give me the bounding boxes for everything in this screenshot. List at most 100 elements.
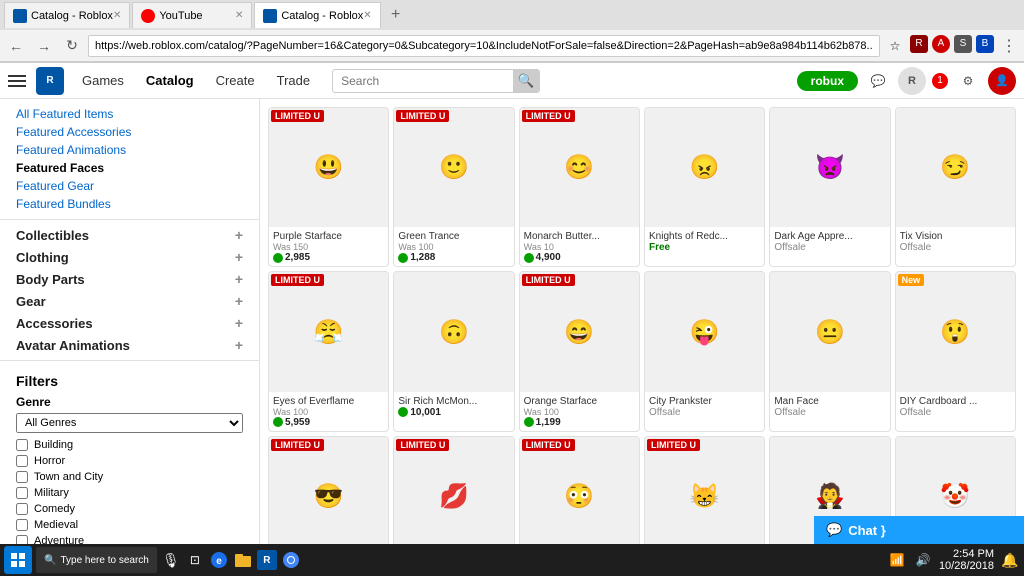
gear-expand[interactable]: + (235, 293, 243, 309)
catalog-item[interactable]: LIMITED U 😎 Imagine Was 15 4,399 (268, 436, 389, 545)
genre-select[interactable]: All Genres (16, 413, 243, 433)
catalog-item[interactable]: LIMITED U 😄 Orange Starface Was 100 1,19… (519, 271, 640, 431)
taskbar-chrome[interactable] (281, 550, 301, 570)
item-was-price: Was 150 (273, 242, 384, 252)
item-image: LIMITED U 😤 (269, 272, 388, 391)
back-button[interactable]: ← (4, 34, 28, 58)
search-input[interactable] (333, 71, 513, 91)
catalog-item[interactable]: LIMITED U 😤 Eyes of Everflame Was 100 5,… (268, 271, 389, 431)
catalog-item[interactable]: LIMITED U 🙂 Green Trance Was 100 1,288 (393, 107, 514, 267)
sidebar-gear[interactable]: Gear + (0, 290, 259, 312)
friends-icon[interactable]: R (898, 67, 926, 95)
forward-button[interactable]: → (32, 34, 56, 58)
taskbar-browser[interactable]: e (209, 550, 229, 570)
item-price: Free (649, 242, 760, 253)
chat-icon[interactable]: 💬 (864, 67, 892, 95)
item-price: Offsale (774, 242, 885, 253)
taskbar-notifications[interactable]: 🔔 (1000, 550, 1020, 570)
catalog-item[interactable]: New 😲 DIY Cardboard ... Offsale (895, 271, 1016, 431)
genre-military-check[interactable] (16, 487, 28, 499)
catalog-item[interactable]: LIMITED U 😸 Green Super Ha... Was 10 5,9… (644, 436, 765, 545)
nav-create[interactable]: Create (206, 69, 265, 92)
sidebar-featured-gear[interactable]: Featured Gear (0, 177, 259, 195)
item-image: LIMITED U 😎 (269, 437, 388, 545)
genre-horror: Horror (16, 453, 243, 469)
clothing-expand[interactable]: + (235, 249, 243, 265)
genre-medieval: Medieval (16, 517, 243, 533)
avatar-expand[interactable]: + (235, 337, 243, 353)
sidebar-clothing[interactable]: Clothing + (0, 246, 259, 268)
settings-icon[interactable]: ⚙ (954, 67, 982, 95)
user-avatar[interactable]: 👤 (988, 67, 1016, 95)
new-tab-button[interactable]: + (383, 2, 409, 28)
tab-2-close[interactable]: ✕ (235, 10, 243, 21)
catalog-item[interactable]: LIMITED U 😊 Monarch Butter... Was 10 4,9… (519, 107, 640, 267)
sidebar-body-parts[interactable]: Body Parts + (0, 268, 259, 290)
robux-icon (524, 253, 534, 263)
refresh-button[interactable]: ↻ (60, 34, 84, 58)
ext-icon-4[interactable]: B (976, 35, 994, 53)
taskbar-task-view[interactable]: ⊡ (185, 550, 205, 570)
taskbar-wifi[interactable]: 📶 (887, 550, 907, 570)
sidebar-collectibles[interactable]: Collectibles + (0, 224, 259, 246)
taskbar-search[interactable]: 🔍 Type here to search (36, 547, 157, 573)
sidebar-featured-animations[interactable]: Featured Animations (0, 141, 259, 159)
start-button[interactable] (4, 546, 32, 574)
taskbar-file-explorer[interactable] (233, 550, 253, 570)
catalog-item[interactable]: LIMITED U 💋 Grandma's Lips... Was 10 26,… (393, 436, 514, 545)
notification-badge[interactable]: 1 (932, 73, 948, 89)
ext-icon-2[interactable]: A (932, 35, 950, 53)
catalog-item[interactable]: 👿 Dark Age Appre... Offsale (769, 107, 890, 267)
tab-2[interactable]: YouTube ✕ (132, 2, 252, 28)
genre-medieval-check[interactable] (16, 519, 28, 531)
genre-building-check[interactable] (16, 439, 28, 451)
genre-town-check[interactable] (16, 471, 28, 483)
chrome-menu[interactable]: ⋮ (998, 35, 1020, 57)
catalog-item[interactable]: LIMITED U 😳 Red Glowing Eyes Was 10 194,… (519, 436, 640, 545)
chat-bar[interactable]: 💬 Chat } (814, 516, 1024, 544)
taskbar-cortana[interactable]: 🎙 (161, 550, 181, 570)
sidebar-all-featured[interactable]: All Featured Items (0, 105, 259, 123)
item-price: Offsale (649, 407, 760, 418)
catalog-item[interactable]: 🙃 Sir Rich McMon... 10,001 (393, 271, 514, 431)
tab-3[interactable]: Catalog - Roblox ✕ (254, 2, 380, 28)
ext-icon-3[interactable]: S (954, 35, 972, 53)
nav-bar: ← → ↻ ☆ R A S B ⋮ (0, 30, 1024, 62)
taskbar-volume[interactable]: 🔊 (913, 550, 933, 570)
genre-horror-check[interactable] (16, 455, 28, 467)
bookmark-icon[interactable]: ☆ (884, 35, 906, 57)
nav-catalog[interactable]: Catalog (136, 69, 204, 92)
item-info: Sir Rich McMon... 10,001 (394, 392, 513, 421)
tab-3-icon (263, 9, 277, 23)
catalog-item[interactable]: 😜 City Prankster Offsale (644, 271, 765, 431)
catalog-item[interactable]: LIMITED U 😃 Purple Starface Was 150 2,98… (268, 107, 389, 267)
tab-1[interactable]: Catalog - Roblox ✕ (4, 2, 130, 28)
sidebar-featured-accessories[interactable]: Featured Accessories (0, 123, 259, 141)
item-face: 😎 (269, 437, 388, 545)
genre-building-label: Building (34, 439, 73, 451)
tab-2-label: YouTube (159, 10, 202, 22)
nav-trade[interactable]: Trade (267, 69, 320, 92)
catalog-item[interactable]: 😠 Knights of Redc... Free (644, 107, 765, 267)
limited-badge: LIMITED U (522, 274, 575, 286)
sidebar-featured-faces[interactable]: Featured Faces (0, 159, 259, 177)
sidebar-avatar-animations[interactable]: Avatar Animations + (0, 334, 259, 356)
catalog-item[interactable]: 😐 Man Face Offsale (769, 271, 890, 431)
sidebar-accessories[interactable]: Accessories + (0, 312, 259, 334)
accessories-expand[interactable]: + (235, 315, 243, 331)
taskbar-roblox[interactable]: R (257, 550, 277, 570)
catalog-item[interactable]: 😏 Tix Vision Offsale (895, 107, 1016, 267)
genre-comedy-check[interactable] (16, 503, 28, 515)
menu-toggle[interactable] (8, 69, 32, 93)
collectibles-expand[interactable]: + (235, 227, 243, 243)
sidebar-featured-bundles[interactable]: Featured Bundles (0, 195, 259, 213)
robux-button[interactable]: robux (797, 71, 858, 91)
address-bar[interactable] (88, 35, 880, 57)
body-parts-expand[interactable]: + (235, 271, 243, 287)
search-button[interactable]: 🔍 (513, 70, 539, 92)
tab-3-close[interactable]: ✕ (363, 10, 371, 21)
item-info: Orange Starface Was 100 1,199 (520, 392, 639, 431)
ext-icon-1[interactable]: R (910, 35, 928, 53)
nav-games[interactable]: Games (72, 69, 134, 92)
tab-1-close[interactable]: ✕ (113, 10, 121, 21)
